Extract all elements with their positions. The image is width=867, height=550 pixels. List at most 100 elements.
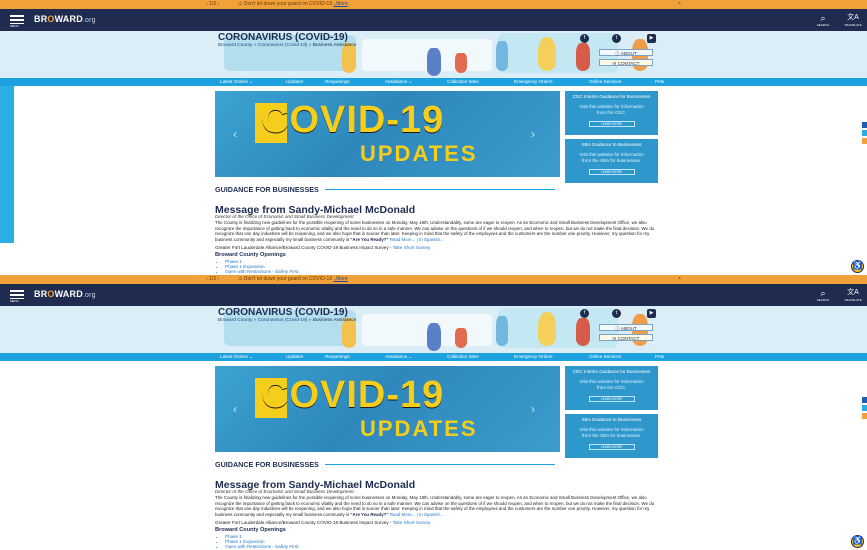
alert-pager[interactable]: ‹ 1/3 › bbox=[206, 1, 219, 7]
nav-emergency-orders[interactable]: Emergency Orders bbox=[514, 79, 553, 84]
youtube-icon[interactable]: ▶ bbox=[647, 34, 656, 43]
search-icon: ⌕ bbox=[820, 13, 826, 23]
side-tab[interactable] bbox=[862, 130, 867, 136]
twitter-icon[interactable]: t bbox=[612, 309, 621, 318]
slider-next-icon[interactable]: › bbox=[531, 402, 535, 416]
search-button[interactable]: ⌕ SEARCH bbox=[816, 13, 830, 29]
menu-button[interactable]: MENU bbox=[10, 13, 24, 28]
site-logo[interactable]: BROWARD.org bbox=[34, 14, 96, 24]
cdc-learn-more-button[interactable]: LEARN MORE bbox=[588, 396, 635, 402]
slider-prev-icon[interactable]: ‹ bbox=[233, 402, 237, 416]
hero-banner: CORONAVIRUS (COVID-19) Broward County » … bbox=[0, 31, 867, 78]
nav-online-services[interactable]: Online Services bbox=[589, 354, 621, 359]
side-tab[interactable] bbox=[862, 397, 867, 403]
openings-list: Phase 1 Phase 1 Expansion Open with Rest… bbox=[225, 534, 298, 550]
twitter-icon[interactable]: t bbox=[612, 34, 621, 43]
list-item[interactable]: Open with Restrictions - Safety First bbox=[225, 544, 298, 549]
side-tab[interactable] bbox=[862, 405, 867, 411]
translate-button[interactable]: 文A TRANSLATE bbox=[844, 288, 862, 304]
cdc-guidance-card[interactable]: CDC Interim Guidance for Businesses Visi… bbox=[565, 91, 658, 135]
alert-more-link[interactable]: ..More bbox=[334, 1, 348, 7]
nav-updates[interactable]: Updates bbox=[286, 354, 303, 359]
nav-pets[interactable]: Pets bbox=[655, 79, 664, 84]
side-tab[interactable] bbox=[862, 413, 867, 419]
sba-guidance-card[interactable]: SBA Guidance to Businesses Visit this we… bbox=[565, 414, 658, 458]
main-content: COVID-19 UPDATES ‹ › CDC Interim Guidanc… bbox=[215, 86, 663, 275]
facebook-icon[interactable]: f bbox=[580, 34, 589, 43]
main-nav: Latest Orders ⌄ Updates Reopenings Assis… bbox=[0, 78, 867, 86]
nav-assistance[interactable]: Assistance ⌄ bbox=[385, 79, 412, 85]
side-tab[interactable] bbox=[862, 122, 867, 128]
hero-person-illustration bbox=[427, 48, 441, 76]
cdc-guidance-card[interactable]: CDC Interim Guidance for Businesses Visi… bbox=[565, 366, 658, 410]
read-more-link[interactable]: Read More... | In Spanish... bbox=[390, 237, 444, 242]
slider-subheading: UPDATES bbox=[360, 141, 478, 166]
cdc-learn-more-button[interactable]: LEARN MORE bbox=[588, 121, 635, 127]
slider-subheading: UPDATES bbox=[360, 416, 478, 441]
page-capture-2: ‹ 1/3 › ⚠ Don't let down your guard on C… bbox=[0, 275, 867, 550]
nav-updates[interactable]: Updates bbox=[286, 79, 303, 84]
menu-button[interactable]: MENU bbox=[10, 288, 24, 303]
about-button[interactable]: ⓘ ABOUT bbox=[599, 49, 653, 56]
nav-latest-orders[interactable]: Latest Orders ⌄ bbox=[220, 354, 253, 360]
sba-learn-more-button[interactable]: LEARN MORE bbox=[588, 444, 635, 450]
page-capture-1: ‹ 1/3 › ⚠ Don't let down your guard on C… bbox=[0, 0, 867, 275]
slider-prev-icon[interactable]: ‹ bbox=[233, 127, 237, 141]
nav-pets[interactable]: Pets bbox=[655, 354, 664, 359]
message-subtitle: Director of the Office of Economic and S… bbox=[215, 489, 354, 494]
main-content: COVID-19 UPDATES ‹ › CDC Interim Guidanc… bbox=[215, 361, 663, 550]
slider-next-icon[interactable]: › bbox=[531, 127, 535, 141]
alert-pager[interactable]: ‹ 1/3 › bbox=[206, 276, 219, 282]
top-navigation: MENU BROWARD.org ⌕ SEARCH 文A TRANSLATE bbox=[0, 284, 867, 306]
openings-list: Phase 1 Phase 1 Expansion Open with Rest… bbox=[225, 259, 298, 275]
alert-more-link[interactable]: ..More bbox=[334, 276, 348, 282]
nav-emergency-orders[interactable]: Emergency Orders bbox=[514, 354, 553, 359]
translate-icon: 文A bbox=[847, 14, 859, 21]
alert-bar: ‹ 1/3 › ⚠ Don't let down your guard on C… bbox=[0, 275, 867, 284]
covid-updates-slider[interactable]: COVID-19 UPDATES ‹ › bbox=[215, 91, 560, 177]
nav-collection-sites[interactable]: Collection Sites bbox=[447, 354, 479, 359]
read-more-link[interactable]: Read More... | In Spanish... bbox=[390, 512, 444, 517]
hero-person-illustration bbox=[455, 328, 467, 348]
nav-reopenings[interactable]: Reopenings bbox=[325, 79, 350, 84]
alert-close-icon[interactable]: × bbox=[678, 1, 681, 7]
slider-heading: COVID-19 bbox=[261, 99, 445, 141]
search-button[interactable]: ⌕ SEARCH bbox=[816, 288, 830, 304]
accessibility-icon[interactable]: ♿ bbox=[851, 260, 864, 273]
list-item[interactable]: Open with Restrictions - Safety First bbox=[225, 269, 298, 274]
accessibility-icon[interactable]: ♿ bbox=[851, 535, 864, 548]
about-button[interactable]: ⓘ ABOUT bbox=[599, 324, 653, 331]
facebook-icon[interactable]: f bbox=[580, 309, 589, 318]
side-tab[interactable] bbox=[862, 138, 867, 144]
nav-latest-orders[interactable]: Latest Orders ⌄ bbox=[220, 79, 253, 85]
sba-guidance-card[interactable]: SBA Guidance to Businesses Visit this we… bbox=[565, 139, 658, 183]
contact-button[interactable]: ✉ CONTACT bbox=[599, 334, 653, 341]
nav-assistance[interactable]: Assistance ⌄ bbox=[385, 354, 412, 360]
breadcrumb: Broward County » Coronavirus (Covid-19) … bbox=[218, 43, 357, 48]
site-logo[interactable]: BROWARD.org bbox=[34, 289, 96, 299]
nav-collection-sites[interactable]: Collection Sites bbox=[447, 79, 479, 84]
translate-button[interactable]: 文A TRANSLATE bbox=[844, 13, 862, 29]
nav-online-services[interactable]: Online Services bbox=[589, 79, 621, 84]
main-nav: Latest Orders ⌄ Updates Reopenings Assis… bbox=[0, 353, 867, 361]
top-navigation: MENU BROWARD.org ⌕ SEARCH 文A TRANSLATE bbox=[0, 9, 867, 31]
message-body: The County is finalizing new guidelines … bbox=[215, 220, 655, 242]
guidance-section-header: GUIDANCE FOR BUSINESSES bbox=[215, 185, 555, 194]
nav-reopenings[interactable]: Reopenings bbox=[325, 354, 350, 359]
take-survey-link[interactable]: Take Short Survey bbox=[393, 520, 431, 525]
contact-button[interactable]: ✉ CONTACT bbox=[599, 59, 653, 66]
youtube-icon[interactable]: ▶ bbox=[647, 309, 656, 318]
alert-bar: ‹ 1/3 › ⚠ Don't let down your guard on C… bbox=[0, 0, 867, 9]
alert-message: ⚠ Don't let down your guard on COVID-19 … bbox=[238, 276, 348, 282]
survey-line: Greater Fort Lauderdale Alliance/Broward… bbox=[215, 520, 431, 525]
covid-updates-slider[interactable]: COVID-19 UPDATES ‹ › bbox=[215, 366, 560, 452]
hero-person-illustration bbox=[496, 41, 508, 71]
survey-line: Greater Fort Lauderdale Alliance/Broward… bbox=[215, 245, 431, 250]
breadcrumb: Broward County » Coronavirus (Covid-19) … bbox=[218, 318, 357, 323]
take-survey-link[interactable]: Take Short Survey bbox=[393, 245, 431, 250]
alert-close-icon[interactable]: × bbox=[678, 276, 681, 282]
page-title: CORONAVIRUS (COVID-19) bbox=[218, 32, 348, 43]
sba-learn-more-button[interactable]: LEARN MORE bbox=[588, 169, 635, 175]
hero-person-illustration bbox=[455, 53, 467, 73]
alert-message: ⚠ Don't let down your guard on COVID-19 … bbox=[238, 1, 348, 7]
